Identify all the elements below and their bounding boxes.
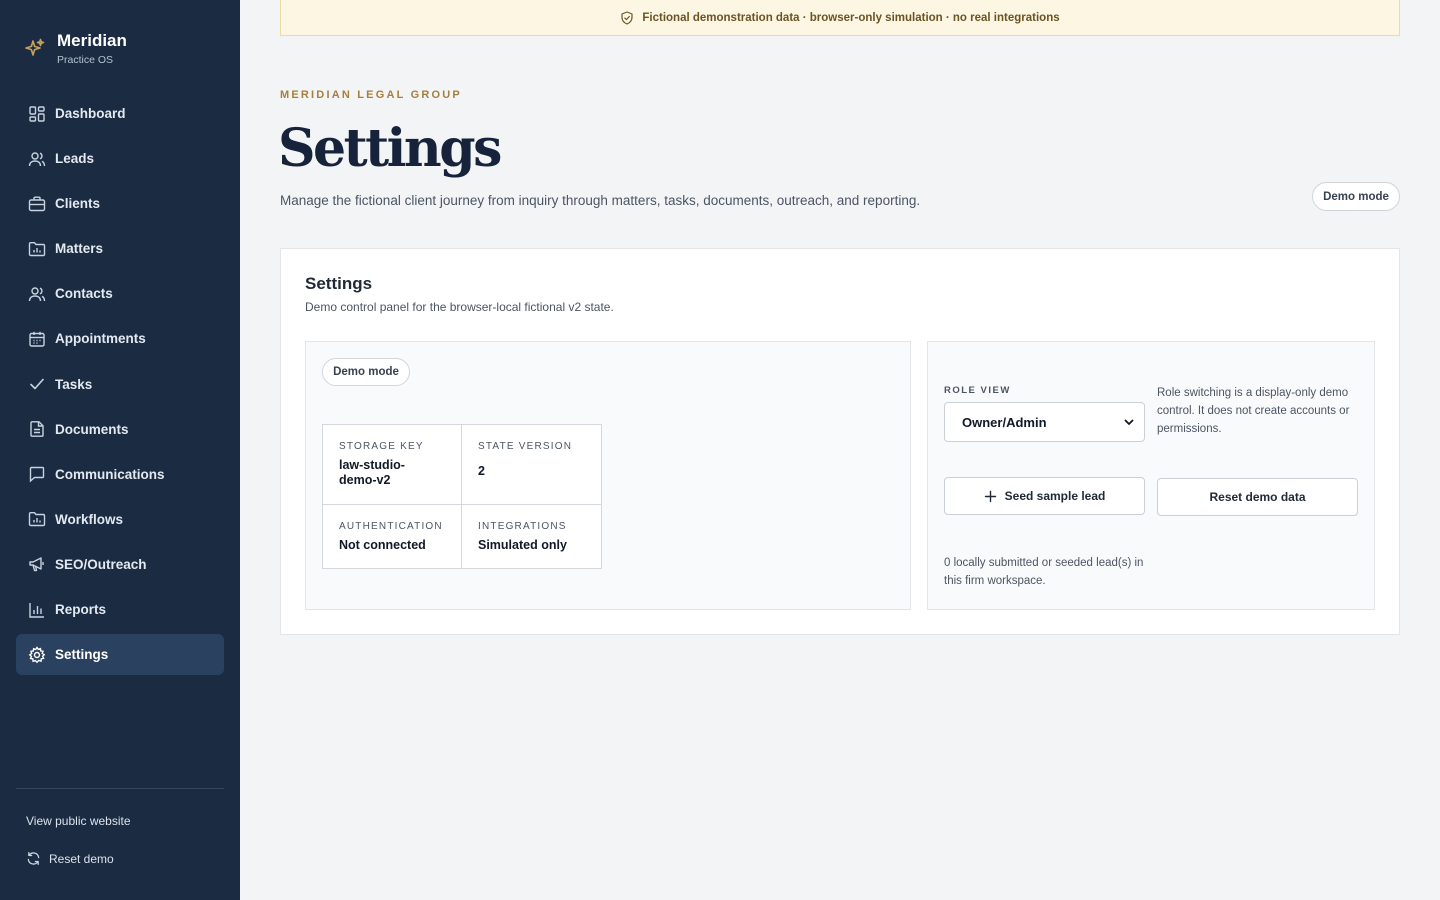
sidebar-item-workflows[interactable]: Workflows xyxy=(16,499,224,540)
stat-value: law-studio-demo-v2 xyxy=(339,458,405,487)
sidebar-item-label: Dashboard xyxy=(55,106,126,121)
briefcase-icon xyxy=(28,196,46,211)
sidebar-item-label: Matters xyxy=(55,241,104,257)
dashboard-icon xyxy=(29,105,45,122)
sidebar-item-label: Tasks xyxy=(55,376,93,392)
megaphone-icon xyxy=(29,557,44,572)
demo-mode-badge: Demo mode xyxy=(322,358,410,386)
reset-demo-data-button[interactable]: Reset demo data xyxy=(1157,478,1358,516)
message-icon xyxy=(29,467,45,483)
seed-sample-lead-button[interactable]: Seed sample lead xyxy=(944,477,1145,515)
users-icon xyxy=(28,287,46,301)
sidebar-item-label: Appointments xyxy=(55,331,146,347)
stat-label: STORAGE KEY xyxy=(339,441,424,452)
sidebar-item-documents[interactable]: Documents xyxy=(16,409,224,450)
stat-authentication: AUTHENTICATION Not connected xyxy=(323,505,462,568)
state-stats-grid: STORAGE KEY law-studio-demo-v2 STATE VER… xyxy=(322,424,602,569)
stat-value: 2 xyxy=(478,464,485,478)
bar-chart-icon xyxy=(29,602,44,618)
lead-count-text: 0 locally submitted or seeded lead(s) in… xyxy=(944,557,1144,587)
state-panel: Demo mode STORAGE KEY law-studio-demo-v2… xyxy=(305,341,911,610)
stat-label: AUTHENTICATION xyxy=(339,521,443,532)
stat-storage-key: STORAGE KEY law-studio-demo-v2 xyxy=(323,425,462,505)
sidebar-item-appointments[interactable]: Appointments xyxy=(16,318,224,359)
role-select-value: Owner/Admin xyxy=(962,414,1047,430)
sidebar-item-label: Reports xyxy=(55,602,107,618)
sidebar-item-contacts[interactable]: Contacts xyxy=(16,273,224,314)
card-title: Settings xyxy=(305,274,373,293)
stat-value: Not connected xyxy=(339,538,426,552)
brand-subtitle: Practice OS xyxy=(57,54,114,66)
sidebar: Meridian Practice OS Dashboard Leads Cli… xyxy=(0,0,240,900)
gear-icon xyxy=(28,645,46,663)
document-icon xyxy=(30,421,44,438)
sidebar-nav: Dashboard Leads Clients Matters Contacts… xyxy=(16,93,224,679)
sidebar-item-leads[interactable]: Leads xyxy=(16,138,224,179)
sparkle-logo-icon xyxy=(25,38,45,56)
sidebar-item-clients[interactable]: Clients xyxy=(16,183,224,224)
folder-chart-icon xyxy=(28,241,46,256)
sidebar-item-label: Workflows xyxy=(55,511,124,527)
sidebar-item-label: Communications xyxy=(55,466,165,482)
sidebar-item-seo-outreach[interactable]: SEO/Outreach xyxy=(16,544,224,585)
sidebar-item-matters[interactable]: Matters xyxy=(16,228,224,269)
demo-mode-badge: Demo mode xyxy=(1312,182,1400,211)
seed-button-label: Seed sample lead xyxy=(1004,489,1106,503)
firm-eyebrow: MERIDIAN LEGAL GROUP xyxy=(280,89,462,101)
banner-text: Fictional demonstration data · browser-o… xyxy=(642,11,1060,24)
stat-label: INTEGRATIONS xyxy=(478,521,567,532)
controls-panel: ROLE VIEW Owner/Admin Role switching is … xyxy=(927,341,1375,610)
role-view-note: Role switching is a display-only demo co… xyxy=(1157,387,1350,435)
reset-demo-link[interactable]: Reset demo xyxy=(26,851,114,866)
sidebar-item-tasks[interactable]: Tasks xyxy=(16,364,224,405)
stat-state-version: STATE VERSION 2 xyxy=(462,425,601,505)
sidebar-item-label: Contacts xyxy=(55,286,113,302)
sidebar-item-label: Documents xyxy=(55,421,129,437)
demo-banner: Fictional demonstration data · browser-o… xyxy=(280,0,1400,36)
stat-label: STATE VERSION xyxy=(478,441,573,452)
sidebar-item-dashboard[interactable]: Dashboard xyxy=(16,93,224,134)
brand-name: Meridian xyxy=(57,31,127,50)
stat-integrations: INTEGRATIONS Simulated only xyxy=(462,505,601,568)
settings-card: Settings Demo control panel for the brow… xyxy=(280,248,1400,635)
page-description: Manage the fictional client journey from… xyxy=(280,193,921,208)
sidebar-item-communications[interactable]: Communications xyxy=(16,454,224,495)
sidebar-item-label: Clients xyxy=(55,196,101,212)
view-public-website-link[interactable]: View public website xyxy=(26,814,131,828)
role-view-select[interactable]: Owner/Admin xyxy=(944,402,1145,442)
refresh-icon xyxy=(27,852,40,865)
brand[interactable]: Meridian Practice OS xyxy=(25,32,127,66)
page-title: Settings xyxy=(278,118,502,179)
card-subtitle: Demo control panel for the browser-local… xyxy=(305,300,614,314)
sidebar-item-label: Settings xyxy=(55,647,109,663)
sidebar-item-label: SEO/Outreach xyxy=(55,556,147,572)
folder-chart-icon xyxy=(28,512,46,527)
sidebar-divider xyxy=(16,788,224,789)
sidebar-item-settings[interactable]: Settings xyxy=(16,634,224,676)
check-icon xyxy=(30,378,44,390)
users-icon xyxy=(28,151,46,166)
shield-check-icon xyxy=(621,10,633,25)
calendar-icon xyxy=(29,331,45,347)
stat-value: Simulated only xyxy=(478,538,567,552)
role-view-label: ROLE VIEW xyxy=(944,385,1011,396)
reset-demo-label: Reset demo xyxy=(49,851,114,866)
plus-icon xyxy=(984,490,996,502)
sidebar-item-label: Leads xyxy=(55,151,95,167)
sidebar-item-reports[interactable]: Reports xyxy=(16,589,224,630)
chevron-down-icon xyxy=(1124,419,1134,425)
